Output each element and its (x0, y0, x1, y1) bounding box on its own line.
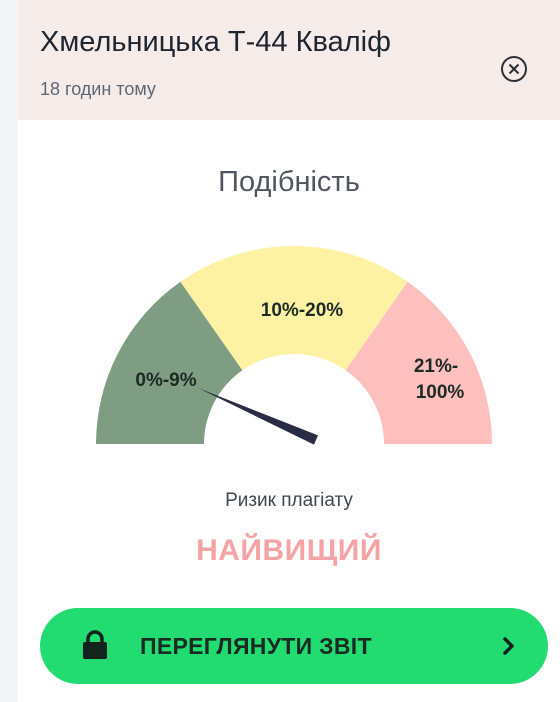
left-border (0, 0, 18, 702)
lock-icon (83, 630, 107, 659)
view-report-label: ПЕРЕГЛЯНУТИ ЗВІТ (140, 633, 372, 659)
similarity-gauge: 0%-9% 10%-20% 21%- 100% (96, 246, 492, 445)
document-timestamp: 18 годин тому (40, 79, 156, 99)
risk-value: НАЙВИЩИЙ (196, 534, 382, 567)
gauge-label-medium: 10%-20% (261, 300, 343, 321)
view-report-button[interactable]: ПЕРЕГЛЯНУТИ ЗВІТ (40, 608, 548, 684)
gauge-label-high-line1: 21%- (414, 356, 458, 377)
chevron-right-icon (503, 637, 514, 655)
close-button[interactable] (500, 55, 528, 83)
report-card: Хмельницька Т-44 Кваліф 18 годин тому По… (18, 0, 560, 702)
similarity-title: Подібність (218, 166, 360, 198)
gauge-label-high-line2: 100% (416, 382, 465, 403)
document-title: Хмельницька Т-44 Кваліф (40, 26, 391, 58)
gauge-label-low: 0%-9% (135, 370, 196, 391)
card-header: Хмельницька Т-44 Кваліф 18 годин тому (18, 0, 560, 120)
close-circle-icon (501, 56, 527, 82)
risk-label: Ризик плагіату (225, 490, 353, 511)
gauge-needle (198, 388, 319, 445)
